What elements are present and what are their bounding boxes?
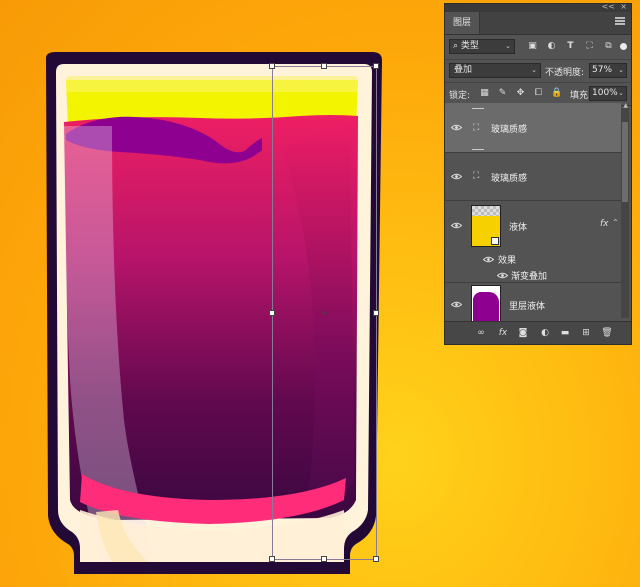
close-panel-button[interactable]: ×: [620, 2, 627, 11]
lock-pixels-icon[interactable]: ✎: [497, 88, 508, 99]
panel-bottom-toolbar: ∞ fx ◙ ◐ ▬ ⊞ 🗑: [445, 321, 631, 344]
layer-name[interactable]: 玻璃质感: [491, 171, 527, 184]
chevron-down-icon: ⌄: [505, 42, 511, 50]
filter-toggle-icon[interactable]: [620, 43, 627, 50]
new-layer-icon[interactable]: ⊞: [580, 327, 592, 339]
lock-transparent-icon[interactable]: ▦: [479, 88, 490, 99]
opacity-value: 57%: [592, 65, 613, 75]
opacity-label: 不透明度:: [545, 68, 585, 78]
transform-handle-bottom-right[interactable]: [373, 556, 379, 562]
panel-menu-icon[interactable]: [615, 17, 625, 25]
transform-handle-bottom-left[interactable]: [269, 556, 275, 562]
layers-scrollbar[interactable]: [621, 108, 629, 318]
filter-type-value: 类型: [460, 41, 479, 51]
type-filter-icon[interactable]: T: [565, 41, 576, 52]
blend-mode-select[interactable]: 叠加 ⌄: [449, 63, 541, 78]
layer-filter-row: ⌕ 类型 ⌄ ▣ ◐ T ⛶ ⧉: [445, 35, 631, 60]
effect-name: 渐变叠加: [511, 272, 548, 282]
thumbnail-fill: [473, 292, 499, 321]
layers-panel: << × 图层 ⌕ 类型 ⌄ ▣ ◐ T ⛶ ⧉ 叠加 ⌄ 不透明度: 57% …: [444, 2, 632, 345]
folder-icon[interactable]: ▬: [559, 327, 571, 339]
shape-filter-icon[interactable]: ⛶: [584, 41, 595, 52]
fill-label: 填充:: [570, 91, 592, 101]
visibility-eye-icon[interactable]: [451, 124, 462, 131]
opacity-field[interactable]: 57% ⌄: [589, 63, 627, 78]
transform-handle-top-right[interactable]: [373, 63, 379, 69]
transform-handle-middle-right[interactable]: [373, 310, 379, 316]
layer-effects-row[interactable]: 效果: [445, 251, 621, 267]
adjustment-layer-icon[interactable]: ◐: [539, 327, 551, 339]
visibility-eye-icon[interactable]: [451, 222, 462, 229]
link-layers-icon[interactable]: ∞: [475, 327, 487, 339]
mask-icon[interactable]: ◙: [517, 327, 529, 339]
tab-layers[interactable]: 图层: [445, 12, 480, 34]
layer-row-inner-liquid[interactable]: 里层液体: [445, 283, 621, 321]
layer-name[interactable]: 液体: [509, 220, 527, 233]
lock-artboard-icon[interactable]: ⧠: [533, 88, 544, 99]
fill-value: 100%: [592, 88, 618, 98]
scrollbar-thumb[interactable]: [622, 122, 628, 202]
lock-all-icon[interactable]: 🔒: [551, 88, 562, 99]
panel-tab-row: 图层: [445, 12, 631, 35]
layer-row-liquid[interactable]: 液体 fx ⌃: [445, 201, 621, 251]
smart-object-filter-icon[interactable]: ⧉: [603, 41, 614, 52]
transform-center-point[interactable]: ⌖: [320, 309, 329, 319]
chevron-down-icon: ⌄: [618, 89, 624, 97]
panel-title-bar[interactable]: << ×: [445, 2, 631, 12]
fill-field[interactable]: 100% ⌄: [589, 86, 627, 101]
transform-handle-bottom-middle[interactable]: [321, 556, 327, 562]
filter-type-select[interactable]: ⌕ 类型 ⌄: [449, 39, 515, 54]
visibility-eye-icon[interactable]: [497, 272, 508, 279]
collapse-panel-button[interactable]: <<: [602, 2, 615, 11]
transform-handle-middle-left[interactable]: [269, 310, 275, 316]
lock-position-icon[interactable]: ✥: [515, 88, 526, 99]
image-filter-icon[interactable]: ▣: [527, 41, 538, 52]
fx-icon[interactable]: fx: [497, 327, 509, 339]
layers-list: ⛶ 玻璃质感 ⛶ 玻璃质感 液体 fx ⌃ 效果 渐变叠加 里层液体: [445, 103, 621, 321]
blend-mode-value: 叠加: [454, 65, 473, 75]
smart-object-icon: ⛶: [473, 171, 480, 181]
transform-handle-top-middle[interactable]: [321, 63, 327, 69]
search-icon: ⌕: [453, 41, 459, 51]
layer-row-glass-group[interactable]: ⛶ 玻璃质感: [445, 103, 621, 153]
lock-label: 锁定:: [449, 91, 471, 101]
smart-object-icon: ⛶: [473, 123, 480, 133]
effects-label: 效果: [498, 256, 517, 266]
chevron-down-icon: ⌄: [531, 66, 537, 74]
chevron-up-icon[interactable]: ⌃: [612, 218, 619, 227]
fx-badge-icon[interactable]: fx: [600, 219, 609, 229]
adjustment-filter-icon[interactable]: ◐: [546, 41, 557, 52]
layer-name[interactable]: 里层液体: [509, 299, 545, 312]
chevron-down-icon: ⌄: [618, 66, 624, 74]
layer-thumbnail[interactable]: [471, 205, 501, 247]
layer-thumbnail[interactable]: [471, 285, 501, 321]
transform-handle-top-left[interactable]: [269, 63, 275, 69]
blend-row: 叠加 ⌄ 不透明度: 57% ⌄: [445, 60, 631, 83]
layer-name[interactable]: 玻璃质感: [491, 122, 527, 135]
visibility-eye-icon[interactable]: [451, 173, 462, 180]
layer-row-glass[interactable]: ⛶ 玻璃质感: [445, 153, 621, 201]
trash-icon[interactable]: 🗑: [601, 327, 613, 339]
smart-object-badge-icon: [491, 237, 499, 245]
visibility-eye-icon[interactable]: [483, 256, 494, 263]
visibility-eye-icon[interactable]: [451, 301, 462, 308]
effect-row-gradient-overlay[interactable]: 渐变叠加: [445, 267, 621, 283]
